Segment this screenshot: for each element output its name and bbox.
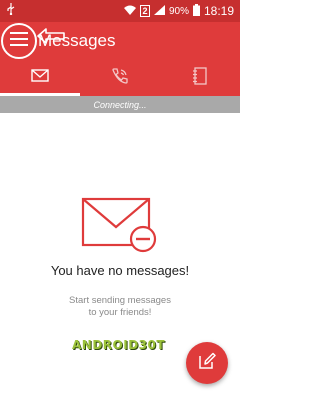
- signal-icon: [153, 4, 165, 18]
- battery-icon: [192, 3, 200, 19]
- phone-call-icon: [111, 67, 129, 90]
- wifi-icon: [123, 5, 136, 18]
- tab-contacts[interactable]: [160, 60, 240, 96]
- watermark-logo: ANDROID30T: [72, 338, 166, 352]
- envelope-icon: [31, 69, 49, 87]
- empty-state-title: You have no messages!: [50, 263, 190, 278]
- usb-icon: [6, 2, 16, 20]
- tab-calls[interactable]: [80, 60, 160, 96]
- sim-icon: 2: [139, 5, 150, 17]
- compose-icon: [198, 352, 216, 375]
- contacts-book-icon: [193, 66, 207, 90]
- empty-state-subtitle: Start sending messages to your friends!: [0, 295, 240, 319]
- app-bar: Messages: [0, 22, 240, 60]
- clock: 18:19: [203, 4, 234, 18]
- pointer-arrow-icon: [36, 28, 66, 49]
- tab-bar: [0, 60, 240, 96]
- compose-button[interactable]: [186, 342, 228, 384]
- tab-messages[interactable]: [0, 60, 80, 96]
- empty-state-subtitle-line-2: to your friends!: [88, 307, 152, 318]
- highlight-circle: [1, 23, 37, 59]
- menu-button[interactable]: [0, 22, 38, 60]
- connection-status-text: Connecting...: [93, 99, 147, 110]
- battery-percent: 90%: [168, 5, 189, 17]
- connection-status-bar: Connecting...: [0, 96, 240, 113]
- status-bar: 2 90% 18:19: [0, 0, 240, 22]
- envelope-minus-icon: [81, 197, 159, 258]
- empty-state-subtitle-line-1: Start sending messages: [69, 295, 171, 306]
